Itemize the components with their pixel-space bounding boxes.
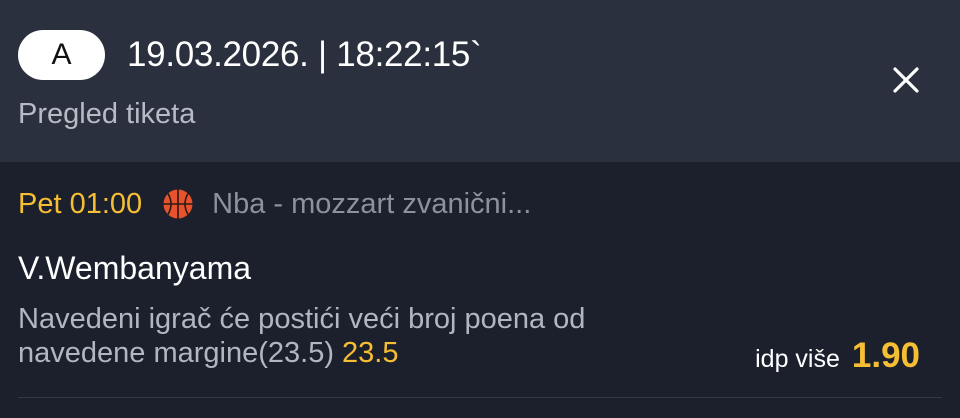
page-title: Pregled tiketa <box>18 98 196 130</box>
close-button[interactable] <box>886 60 926 100</box>
match-info-row: Pet 01:00 Nba - mozzart zvanični... <box>18 184 531 224</box>
ticket-datetime: 19.03.2026. | 18:22:15` <box>127 35 482 74</box>
pick-info: idp više 1.90 <box>755 336 920 376</box>
ticket-letter: A <box>51 38 72 71</box>
match-time: Pet 01:00 <box>18 188 143 220</box>
margin-value: 23.5 <box>342 337 399 369</box>
odds-value: 1.90 <box>851 336 920 375</box>
league-name: Nba - mozzart zvanični... <box>212 188 532 220</box>
ticket-badge: A <box>18 30 105 80</box>
basketball-icon <box>162 188 194 220</box>
player-name: V.Wembanyama <box>18 250 252 286</box>
close-icon <box>893 67 919 93</box>
divider <box>18 397 942 398</box>
market-description: Navedeni igrač će postići veći broj poen… <box>18 302 718 370</box>
pick-label: idp više <box>755 345 840 373</box>
market-text: Navedeni igrač će postići veći broj poen… <box>18 303 586 369</box>
ticket-header: A 19.03.2026. | 18:22:15` Pregled tiketa <box>0 0 960 162</box>
